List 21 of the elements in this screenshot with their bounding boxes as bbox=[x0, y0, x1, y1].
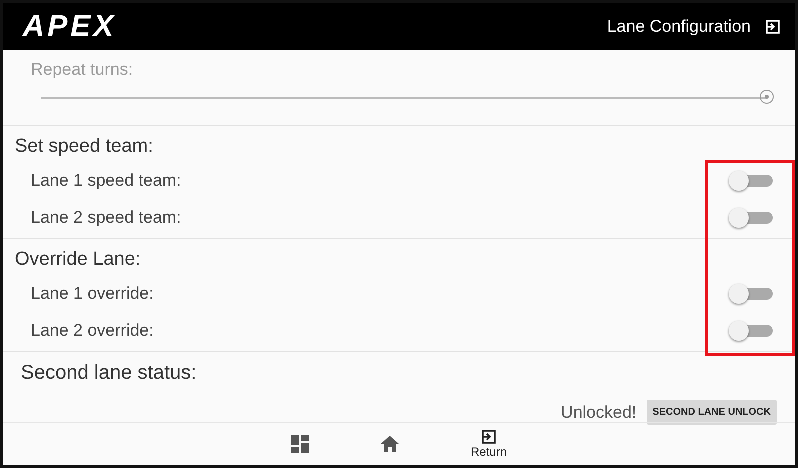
section-title: Second lane status: bbox=[20, 361, 198, 386]
toggle-switch[interactable] bbox=[729, 170, 775, 190]
page-title: Lane Configuration bbox=[607, 16, 751, 36]
toggle-switch[interactable] bbox=[729, 320, 775, 340]
section-title: Set speed team: bbox=[14, 135, 154, 159]
toggle-label: Lane 2 override: bbox=[31, 320, 155, 340]
toggle-label: Lane 2 speed team: bbox=[31, 208, 182, 228]
toggle-switch[interactable] bbox=[729, 284, 775, 304]
nav-label[interactable]: Return bbox=[470, 445, 508, 459]
status-text: Unlocked! bbox=[561, 402, 637, 422]
toggle-label: Lane 1 speed team: bbox=[31, 170, 182, 190]
section-title: Override Lane: bbox=[14, 248, 142, 272]
toggle-switch[interactable] bbox=[729, 208, 775, 228]
logo: APEX bbox=[23, 10, 117, 44]
exit-icon[interactable] bbox=[481, 429, 497, 445]
slider-label: Repeat turns: bbox=[31, 59, 134, 81]
unlock-button[interactable]: SECOND LANE UNLOCK bbox=[646, 400, 777, 425]
home-icon[interactable] bbox=[380, 436, 399, 452]
dashboard-icon[interactable] bbox=[290, 435, 309, 453]
slider-thumb[interactable] bbox=[760, 90, 774, 104]
toggle-label: Lane 1 override: bbox=[31, 284, 155, 304]
